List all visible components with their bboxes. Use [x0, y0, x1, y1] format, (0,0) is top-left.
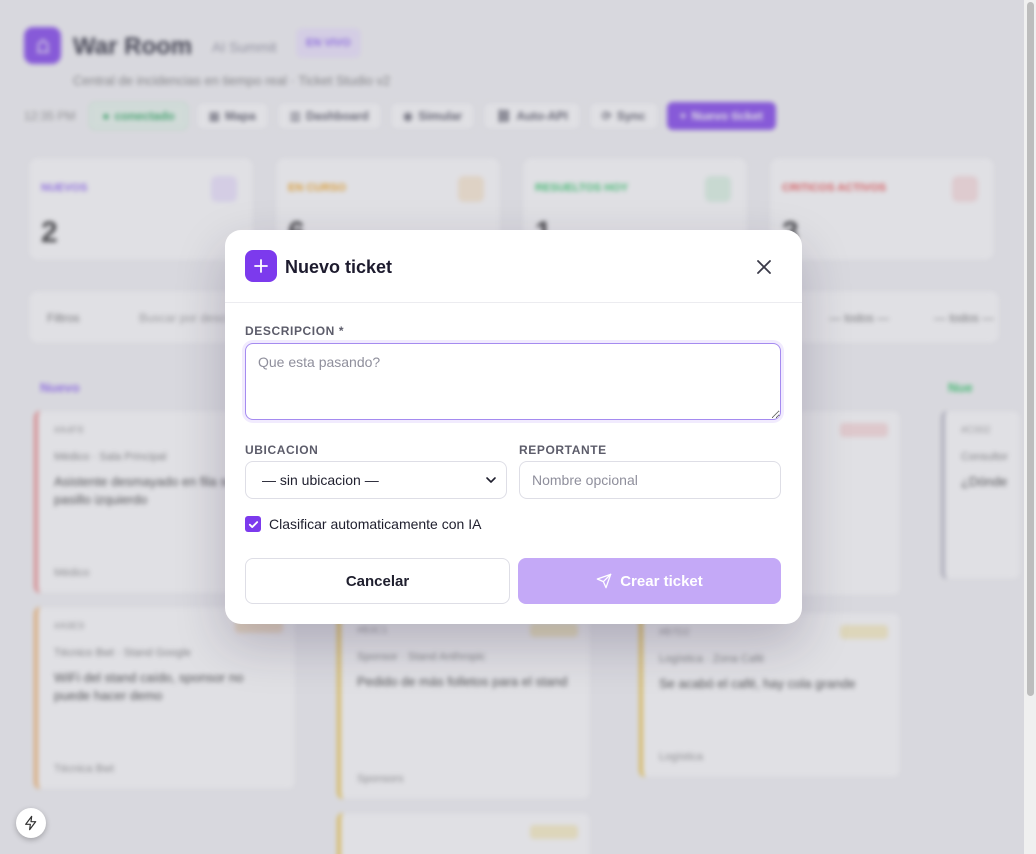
- location-select-value: — sin ubicacion —: [262, 472, 379, 488]
- plus-icon: [245, 250, 277, 282]
- scrollbar-thumb[interactable]: [1027, 2, 1034, 696]
- location-select[interactable]: — sin ubicacion —: [245, 461, 507, 499]
- reporter-label: REPORTANTE: [519, 443, 607, 457]
- dialog-title: Nuevo ticket: [285, 257, 393, 277]
- auto-classify-checkbox[interactable]: [245, 516, 261, 532]
- auto-classify-label: Clasificar automaticamente con IA: [269, 516, 482, 532]
- close-icon: [757, 260, 771, 274]
- chevron-down-icon: [486, 477, 496, 483]
- cancel-button[interactable]: Cancelar: [245, 558, 510, 604]
- close-button[interactable]: [753, 256, 775, 278]
- create-ticket-button[interactable]: Crear ticket: [518, 558, 781, 604]
- location-label: UBICACION: [245, 443, 319, 457]
- dialog-header: Nuevo ticket: [225, 230, 802, 303]
- new-ticket-dialog: Nuevo ticket DESCRIPCION * UBICACION — s…: [225, 230, 802, 624]
- auto-classify-toggle[interactable]: Clasificar automaticamente con IA: [245, 516, 481, 532]
- send-icon: [596, 573, 612, 589]
- reporter-input[interactable]: [519, 461, 781, 499]
- description-textarea[interactable]: [245, 343, 781, 420]
- quick-action-button[interactable]: [16, 808, 46, 838]
- description-label: DESCRIPCION *: [245, 324, 345, 338]
- checkmark-icon: [248, 520, 258, 528]
- lightning-icon: [25, 815, 37, 831]
